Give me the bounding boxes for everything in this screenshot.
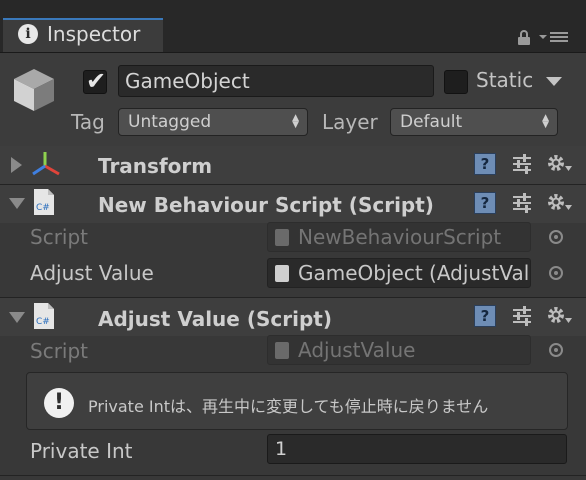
gear-icon[interactable] [545,152,573,174]
foldout-expanded-icon[interactable] [9,312,25,323]
help-icon[interactable]: ? [474,153,496,175]
csharp-script-icon: C# [34,303,54,329]
object-field-value: NewBehaviourScript [298,225,502,249]
tag-label: Tag [71,110,105,134]
script-object-field: NewBehaviourScript [267,222,531,252]
static-checkbox[interactable] [444,70,468,94]
help-box-text: Private Intは、再生中に変更しても停止時に戻りません [88,397,489,416]
gameobject-name-input[interactable]: GameObject [118,65,434,97]
private-int-input[interactable]: 1 [267,434,567,464]
updown-arrows-icon: ▲ ▼ [542,113,549,130]
active-checkbox[interactable]: ✔ [83,67,107,95]
component-title: Transform [98,154,213,178]
gameobject-cube-icon [14,69,54,111]
warning-icon: ! [44,388,74,418]
foldout-collapsed-icon[interactable] [11,157,22,173]
csharp-script-icon: C# [34,189,54,215]
lock-icon[interactable] [518,30,530,45]
object-field-value: AdjustValue [298,338,416,362]
property-label: Script [30,225,89,249]
property-label: Adjust Value [30,261,154,285]
layer-dropdown-value: Default [400,112,463,132]
tag-dropdown-value: Untagged [128,112,212,132]
component-title: New Behaviour Script (Script) [98,193,434,217]
adjust-value-object-field[interactable]: GameObject (AdjustValue) [267,258,531,288]
gear-icon[interactable] [545,304,573,326]
foldout-expanded-icon[interactable] [9,198,25,209]
csharp-label: C# [36,203,50,213]
static-dropdown-arrow-icon[interactable] [546,77,562,86]
layer-dropdown[interactable]: Default ▲ ▼ [390,108,558,136]
script-mini-icon [275,265,289,282]
checkmark-icon: ✔ [86,67,107,95]
gear-icon[interactable] [545,191,573,213]
info-icon: i [18,24,38,44]
tag-dropdown[interactable]: Untagged ▲ ▼ [118,108,308,136]
preset-sliders-icon[interactable] [511,153,533,175]
component-header-transform[interactable] [0,146,586,184]
script-object-field: AdjustValue [267,335,531,365]
property-label: Private Int [30,439,133,463]
menu-icon[interactable] [538,30,570,44]
object-picker-icon[interactable] [549,266,563,280]
preset-sliders-icon[interactable] [511,305,533,327]
object-field-value: GameObject (AdjustValue) [298,261,530,285]
transform-axes-icon [32,152,60,176]
property-label: Script [30,339,89,363]
help-icon[interactable]: ? [474,192,496,214]
layer-label: Layer [322,110,378,134]
help-icon[interactable]: ? [474,305,496,327]
preset-sliders-icon[interactable] [511,192,533,214]
component-title: Adjust Value (Script) [98,307,332,331]
object-picker-icon [549,343,563,357]
updown-arrows-icon: ▲ ▼ [292,113,299,130]
tab-title: Inspector [47,22,141,46]
static-label: Static [476,68,534,92]
object-picker-icon [549,230,563,244]
divider [0,475,586,476]
csharp-label: C# [36,317,50,327]
script-mini-icon [275,342,289,359]
script-mini-icon [275,229,289,246]
